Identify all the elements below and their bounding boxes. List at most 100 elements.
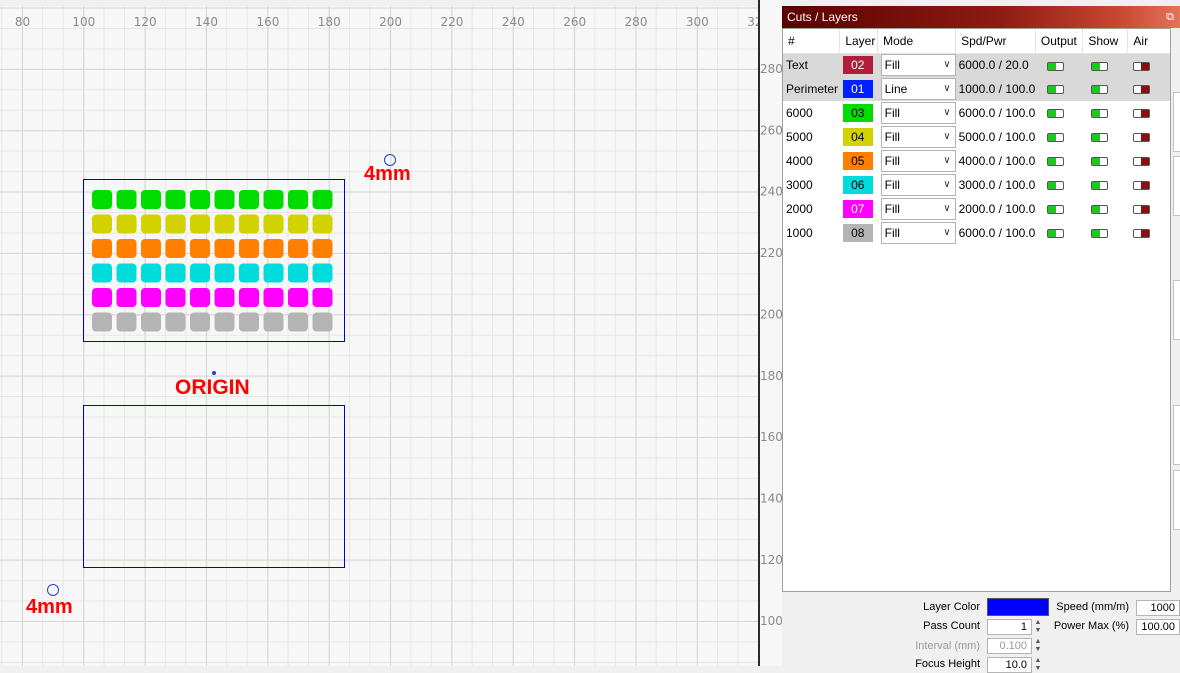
test-swatch[interactable] (116, 312, 137, 332)
test-swatch[interactable] (263, 288, 284, 307)
air-toggle[interactable] (1132, 181, 1150, 191)
speed-power-value[interactable]: 6000.0 / 20.0 (955, 53, 1036, 77)
test-swatch[interactable] (288, 239, 308, 258)
show-toggle[interactable] (1090, 157, 1108, 167)
test-swatch[interactable] (263, 263, 284, 283)
test-swatch[interactable] (165, 214, 186, 234)
test-swatch[interactable] (239, 190, 259, 209)
test-swatch[interactable] (190, 288, 210, 307)
show-toggle[interactable] (1090, 205, 1108, 215)
test-swatch[interactable] (141, 239, 161, 258)
layer-row[interactable]: 5000 04 Fill ∨ 5000.0 / 100.0 (783, 125, 1170, 149)
test-swatch[interactable] (116, 239, 137, 258)
layer-row[interactable]: 3000 06 Fill ∨ 3000.0 / 100.0 (783, 173, 1170, 197)
output-toggle[interactable] (1047, 229, 1065, 239)
header-layer[interactable]: Layer (839, 29, 879, 54)
test-swatch[interactable] (214, 312, 235, 332)
output-toggle[interactable] (1047, 157, 1065, 167)
test-swatch[interactable] (92, 214, 112, 234)
mode-dropdown[interactable]: Fill ∨ (880, 150, 956, 172)
test-swatch[interactable] (92, 190, 112, 209)
speed-power-value[interactable]: 6000.0 / 100.0 (956, 101, 1036, 125)
test-swatch[interactable] (288, 214, 308, 234)
mode-dropdown[interactable]: Fill ∨ (880, 174, 956, 196)
text-4mm-bottom[interactable]: 4mm (26, 596, 73, 618)
speed-power-value[interactable]: 6000.0 / 100.0 (956, 221, 1036, 245)
air-toggle[interactable] (1132, 61, 1150, 71)
header-output[interactable]: Output (1035, 29, 1084, 54)
marker-circle[interactable] (47, 584, 59, 596)
test-swatch[interactable] (92, 312, 112, 332)
test-swatch[interactable] (141, 312, 161, 332)
test-swatch[interactable] (214, 214, 235, 234)
output-toggle[interactable] (1047, 85, 1065, 95)
speed-power-value[interactable]: 5000.0 / 100.0 (956, 125, 1036, 149)
test-swatch[interactable] (116, 190, 137, 209)
test-swatch[interactable] (263, 214, 284, 234)
layer-color-swatch[interactable]: 03 (842, 104, 873, 122)
layer-color-swatch[interactable]: 08 (842, 224, 873, 242)
layer-color-swatch[interactable]: 05 (842, 152, 873, 170)
speed-power-value[interactable]: 2000.0 / 100.0 (956, 197, 1036, 221)
show-toggle[interactable] (1090, 181, 1108, 191)
test-swatch[interactable] (141, 190, 161, 209)
mode-dropdown[interactable]: Line ∨ (880, 78, 956, 100)
test-swatch[interactable] (312, 214, 333, 234)
air-toggle[interactable] (1132, 229, 1150, 239)
header-mode[interactable]: Mode (877, 29, 957, 54)
air-toggle[interactable] (1132, 85, 1150, 95)
test-swatch[interactable] (214, 190, 235, 209)
layer-row[interactable]: Perimeter 01 Line ∨ 1000.0 / 100.0 (783, 77, 1170, 101)
show-toggle[interactable] (1090, 61, 1108, 71)
header-number[interactable]: # (783, 29, 841, 54)
side-dock-tab[interactable] (1173, 470, 1180, 530)
test-swatch[interactable] (263, 190, 284, 209)
test-swatch[interactable] (190, 263, 210, 283)
test-swatch[interactable] (190, 239, 210, 258)
text-4mm-top[interactable]: 4mm (364, 163, 411, 185)
output-toggle[interactable] (1047, 109, 1065, 119)
show-toggle[interactable] (1090, 133, 1108, 143)
layer-row[interactable]: Text 02 Fill ∨ 6000.0 / 20.0 (783, 53, 1170, 77)
test-swatch[interactable] (288, 190, 308, 209)
layer-row[interactable]: 6000 03 Fill ∨ 6000.0 / 100.0 (783, 101, 1170, 125)
layer-color-swatch[interactable]: 06 (842, 176, 873, 194)
test-swatch[interactable] (312, 288, 333, 307)
show-toggle[interactable] (1090, 109, 1108, 119)
design-canvas[interactable]: 80 100 120 140 160 180 200 220 240 260 280 300 320 4m… (0, 0, 758, 666)
layer-color-swatch[interactable]: 01 (842, 80, 873, 98)
test-swatch[interactable] (312, 190, 333, 209)
layer-color-swatch[interactable]: 02 (842, 56, 873, 75)
header-spd-pwr[interactable]: Spd/Pwr (955, 29, 1036, 54)
show-toggle[interactable] (1090, 85, 1108, 95)
test-swatch[interactable] (214, 239, 235, 258)
test-swatch[interactable] (239, 312, 259, 332)
test-swatch[interactable] (141, 288, 161, 307)
test-swatch[interactable] (263, 312, 284, 332)
test-swatch[interactable] (214, 263, 235, 283)
test-swatch[interactable] (190, 214, 210, 234)
perimeter-rect[interactable] (83, 405, 345, 568)
test-swatch[interactable] (92, 288, 112, 307)
test-swatch[interactable] (141, 214, 161, 234)
test-swatch[interactable] (239, 214, 259, 234)
test-swatch[interactable] (165, 239, 186, 258)
test-swatch[interactable] (190, 312, 210, 332)
pass-count-field[interactable]: 1 (987, 619, 1032, 635)
test-swatch[interactable] (312, 312, 333, 332)
test-swatch[interactable] (312, 239, 333, 258)
layer-row[interactable]: 1000 08 Fill ∨ 6000.0 / 100.0 (783, 221, 1170, 245)
layer-row[interactable]: 4000 05 Fill ∨ 4000.0 / 100.0 (783, 149, 1170, 173)
mode-dropdown[interactable]: Fill ∨ (880, 126, 956, 148)
test-swatch[interactable] (214, 288, 235, 307)
test-swatch[interactable] (165, 288, 186, 307)
power-max-field[interactable]: 100.00 (1136, 619, 1180, 635)
test-swatch[interactable] (92, 239, 112, 258)
header-air[interactable]: Air (1127, 29, 1170, 54)
test-swatch[interactable] (190, 190, 210, 209)
canvas-svg[interactable]: 80 100 120 140 160 180 200 220 240 260 280 300 320 4m… (0, 0, 758, 666)
side-dock-tab[interactable] (1173, 92, 1180, 152)
test-swatch[interactable] (116, 214, 137, 234)
air-toggle[interactable] (1132, 205, 1150, 215)
layer-color-swatch[interactable]: 04 (842, 128, 873, 146)
